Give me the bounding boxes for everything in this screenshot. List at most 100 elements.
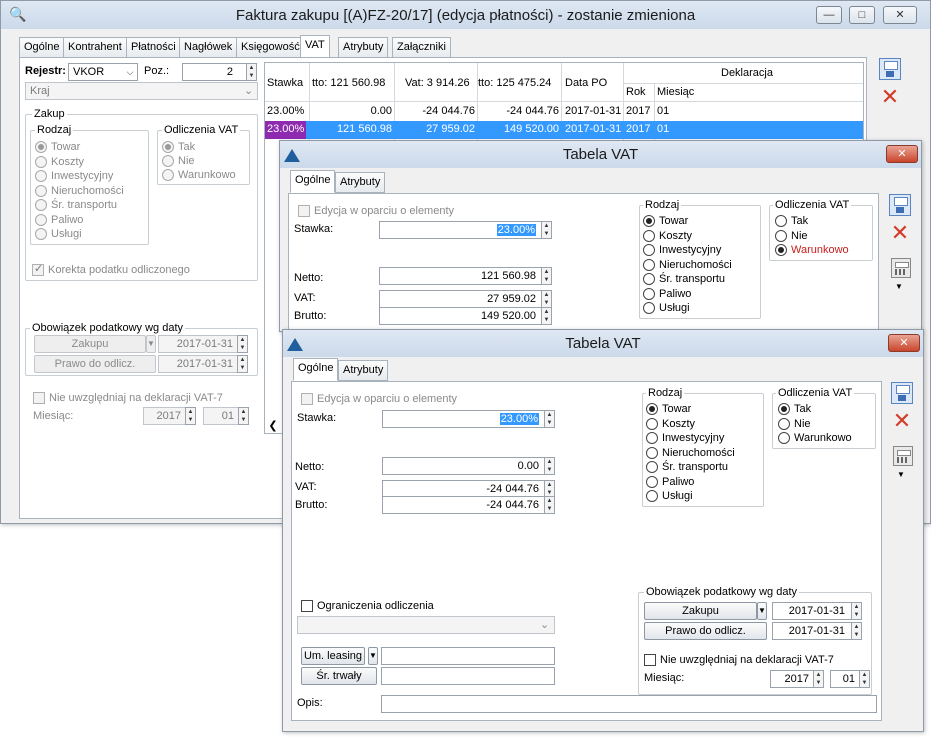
- vat1-calc-dropdown-icon[interactable]: ▼: [895, 280, 903, 293]
- vat2-stawka-stepper[interactable]: ▲ ▼: [544, 410, 555, 428]
- radio-inwestycyjny[interactable]: [35, 170, 47, 182]
- tab-ksiegowosc[interactable]: Księgowość: [236, 37, 305, 58]
- vat2-save-icon[interactable]: [891, 382, 913, 404]
- vat2-leasing-dropdown[interactable]: ▼: [368, 647, 378, 665]
- vat2-cancel-icon[interactable]: ✕: [891, 410, 913, 433]
- prawo-date-stepper[interactable]: ▲ ▼: [237, 355, 248, 373]
- vat2-zakupu-dropdown[interactable]: ▼: [757, 602, 767, 620]
- vat2-nie-uwzgl-checkbox[interactable]: [644, 654, 656, 666]
- minimize-button[interactable]: —: [816, 6, 842, 24]
- vat2-close-button[interactable]: ✕: [888, 334, 920, 352]
- vat2-radio-koszty[interactable]: [646, 418, 658, 430]
- vat2-zakupu-date-stepper[interactable]: ▲ ▼: [851, 602, 862, 620]
- vat2-brutto-stepper[interactable]: ▲ ▼: [544, 496, 555, 514]
- vat1-radio-paliwo[interactable]: [643, 288, 655, 300]
- vat1-radio-uslugi[interactable]: [643, 302, 655, 314]
- radio-paliwo[interactable]: [35, 214, 47, 226]
- vat2-prawo-date-stepper[interactable]: ▲ ▼: [851, 622, 862, 640]
- vat2-miesiac-month-stepper[interactable]: ▲ ▼: [859, 670, 870, 688]
- vat1-close-button[interactable]: ✕: [886, 145, 918, 163]
- vat2-prawo-date[interactable]: 2017-01-31: [772, 622, 860, 640]
- tab-vat[interactable]: VAT: [300, 35, 330, 58]
- cancel-icon[interactable]: ✕: [879, 86, 901, 109]
- poz-field[interactable]: 2: [182, 63, 248, 81]
- miesiac-year-stepper[interactable]: ▲ ▼: [185, 407, 196, 425]
- vat2-opis-field[interactable]: [381, 695, 877, 713]
- vat1-brutto-stepper[interactable]: ▲ ▼: [541, 307, 552, 325]
- vat2-zakupu-date[interactable]: 2017-01-31: [772, 602, 860, 620]
- table-row-selected[interactable]: 23.00% 121 560.98 27 959.02 149 520.00 2…: [265, 121, 863, 139]
- vat2-radio-sr-transportu[interactable]: [646, 461, 658, 473]
- nie-uwzgl-checkbox[interactable]: [33, 392, 45, 404]
- col-stawka[interactable]: Stawka: [267, 77, 303, 89]
- vat1-radio-towar[interactable]: [643, 215, 655, 227]
- col-netto[interactable]: tto: 121 560.98: [312, 77, 385, 89]
- vat1-radio-sr-transportu[interactable]: [643, 273, 655, 285]
- col-brutto[interactable]: tto: 125 475.24: [478, 77, 551, 89]
- radio-sr-transportu[interactable]: [35, 199, 47, 211]
- radio-nieruchomosci[interactable]: [35, 185, 47, 197]
- vat2-radio-inwestycyjny[interactable]: [646, 432, 658, 444]
- vat2-netto-stepper[interactable]: ▲ ▼: [544, 457, 555, 475]
- vat1-radio-odl-tak[interactable]: [775, 215, 787, 227]
- rejestr-dropdown-icon[interactable]: ⌵: [123, 63, 138, 81]
- vat2-brutto-field[interactable]: -24 044.76: [382, 496, 554, 514]
- radio-odl-tak[interactable]: [162, 141, 174, 153]
- radio-odl-nie[interactable]: [162, 155, 174, 167]
- vat2-prawo-button[interactable]: Prawo do odlicz.: [644, 622, 767, 640]
- vat1-radio-odl-nie[interactable]: [775, 230, 787, 242]
- tab-ogolne[interactable]: Ogólne: [19, 37, 65, 58]
- vat2-calculator-icon[interactable]: [893, 446, 913, 466]
- tab-platnosci[interactable]: Płatności: [126, 37, 181, 58]
- save-icon[interactable]: [879, 58, 901, 80]
- vat1-calculator-icon[interactable]: [891, 258, 911, 278]
- vat1-tab-ogolne[interactable]: Ogólne: [290, 170, 336, 193]
- vat2-radio-paliwo[interactable]: [646, 476, 658, 488]
- tab-atrybuty[interactable]: Atrybuty: [338, 37, 389, 58]
- tab-kontrahent[interactable]: Kontrahent: [63, 37, 127, 58]
- vat2-radio-uslugi[interactable]: [646, 490, 658, 502]
- vat1-edycja-checkbox[interactable]: [298, 205, 310, 217]
- vat1-radio-nieruchomosci[interactable]: [643, 259, 655, 271]
- prawo-button[interactable]: Prawo do odlicz.: [34, 355, 156, 373]
- vat2-radio-nieruchomosci[interactable]: [646, 447, 658, 459]
- radio-odl-warunkowo[interactable]: [162, 169, 174, 181]
- kraj-select[interactable]: Kraj: [25, 82, 258, 100]
- vat2-leasing-field[interactable]: [381, 647, 555, 665]
- vat2-edycja-checkbox[interactable]: [301, 393, 313, 405]
- poz-stepper[interactable]: ▲ ▼: [246, 63, 257, 81]
- vat2-radio-odl-nie[interactable]: [778, 418, 790, 430]
- table-scroll-left[interactable]: ❮: [265, 418, 281, 433]
- col-vat[interactable]: Vat: 3 914.26: [405, 77, 470, 89]
- vat1-stawka-stepper[interactable]: ▲ ▼: [541, 221, 552, 239]
- vat1-stawka-field[interactable]: 23.00%: [379, 221, 551, 239]
- vat2-calc-dropdown-icon[interactable]: ▼: [897, 468, 905, 481]
- tab-zalaczniki[interactable]: Załączniki: [392, 37, 451, 58]
- vat1-tab-atrybuty[interactable]: Atrybuty: [335, 172, 386, 193]
- vat2-trwaly-field[interactable]: [381, 667, 555, 685]
- maximize-button[interactable]: □: [849, 6, 875, 24]
- radio-uslugi[interactable]: [35, 228, 47, 240]
- korekta-checkbox[interactable]: [32, 262, 44, 276]
- vat1-save-icon[interactable]: [889, 194, 911, 216]
- zakupu-date[interactable]: 2017-01-31: [158, 335, 248, 353]
- vat1-radio-odl-warunkowo[interactable]: [775, 244, 787, 256]
- vat2-trwaly-button[interactable]: Śr. trwały: [301, 667, 377, 685]
- vat2-miesiac-year-stepper[interactable]: ▲ ▼: [813, 670, 824, 688]
- miesiac-month-stepper[interactable]: ▲ ▼: [238, 407, 249, 425]
- radio-towar[interactable]: [35, 141, 47, 153]
- col-miesiac[interactable]: Miesiąc: [657, 86, 694, 98]
- zakupu-dropdown[interactable]: ▼: [146, 335, 156, 353]
- vat2-radio-odl-tak[interactable]: [778, 403, 790, 415]
- vat1-brutto-field[interactable]: 149 520.00: [379, 307, 551, 325]
- vat2-tab-atrybuty[interactable]: Atrybuty: [338, 360, 389, 381]
- vat2-radio-towar[interactable]: [646, 403, 658, 415]
- vat2-ograniczenia-checkbox[interactable]: [301, 600, 313, 612]
- vat1-cancel-icon[interactable]: ✕: [889, 222, 911, 245]
- prawo-date[interactable]: 2017-01-31: [158, 355, 248, 373]
- vat1-netto-field[interactable]: 121 560.98: [379, 267, 551, 285]
- vat2-zakupu-button[interactable]: Zakupu: [644, 602, 757, 620]
- col-data-po[interactable]: Data PO: [565, 77, 607, 89]
- vat1-vat-stepper[interactable]: ▲ ▼: [541, 290, 552, 308]
- table-row[interactable]: 23.00% 0.00 -24 044.76 -24 044.76 2017-0…: [265, 103, 863, 121]
